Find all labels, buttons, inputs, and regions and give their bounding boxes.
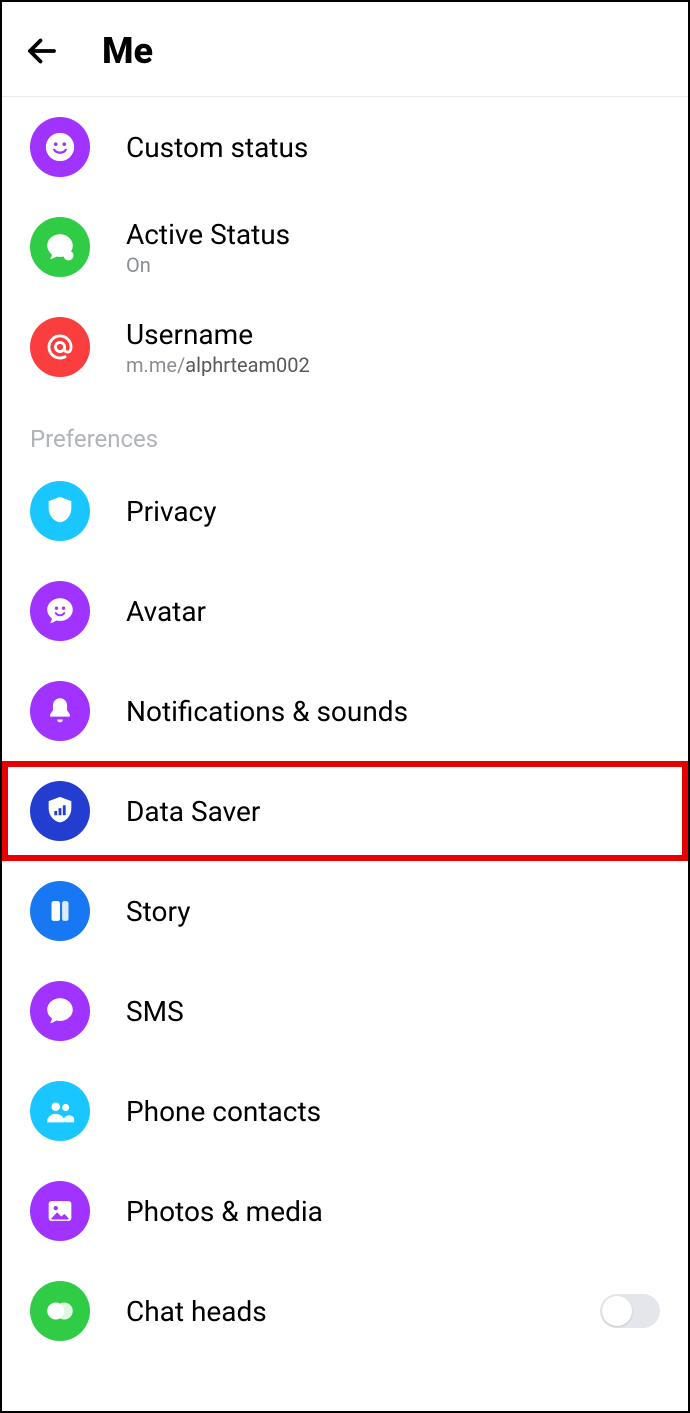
row-label: Chat heads (126, 1295, 564, 1328)
row-sms[interactable]: SMS (2, 961, 688, 1061)
row-photos-media[interactable]: Photos & media (2, 1161, 688, 1261)
row-label: Avatar (126, 595, 660, 628)
row-story[interactable]: Story (2, 861, 688, 961)
row-label: Active Status (126, 218, 660, 251)
bubble-icon (30, 217, 90, 277)
row-label: SMS (126, 995, 660, 1028)
row-sub: m.me/alphrteam002 (126, 353, 660, 377)
row-avatar[interactable]: Avatar (2, 561, 688, 661)
header: Me (2, 2, 688, 97)
row-label: Phone contacts (126, 1095, 660, 1128)
smile-icon (30, 117, 90, 177)
at-icon (30, 317, 90, 377)
row-active-status[interactable]: Active Status On (2, 197, 688, 297)
row-label: Custom status (126, 131, 660, 164)
row-label: Privacy (126, 495, 660, 528)
avatar-face-icon (30, 581, 90, 641)
arrow-left-icon (24, 33, 60, 69)
row-label: Notifications & sounds (126, 695, 660, 728)
chatheads-icon (30, 1281, 90, 1341)
row-label: Username (126, 318, 660, 351)
chat-heads-toggle[interactable] (600, 1294, 660, 1328)
row-username[interactable]: Username m.me/alphrteam002 (2, 297, 688, 397)
chat-icon (30, 981, 90, 1041)
row-privacy[interactable]: Privacy (2, 461, 688, 561)
settings-list: Custom status Active Status On Username … (2, 97, 688, 1361)
row-label: Story (126, 895, 660, 928)
row-phone-contacts[interactable]: Phone contacts (2, 1061, 688, 1161)
row-data-saver[interactable]: Data Saver (2, 761, 688, 861)
back-button[interactable] (22, 31, 62, 71)
row-sub: On (126, 253, 660, 277)
people-icon (30, 1081, 90, 1141)
photo-icon (30, 1181, 90, 1241)
row-chat-heads[interactable]: Chat heads (2, 1261, 688, 1361)
row-custom-status[interactable]: Custom status (2, 97, 688, 197)
row-notifications[interactable]: Notifications & sounds (2, 661, 688, 761)
story-icon (30, 881, 90, 941)
page-title: Me (102, 30, 153, 72)
bell-icon (30, 681, 90, 741)
shield-bars-icon (30, 781, 90, 841)
row-label: Photos & media (126, 1195, 660, 1228)
row-label: Data Saver (126, 795, 660, 828)
section-preferences: Preferences (2, 397, 688, 461)
shield-icon (30, 481, 90, 541)
